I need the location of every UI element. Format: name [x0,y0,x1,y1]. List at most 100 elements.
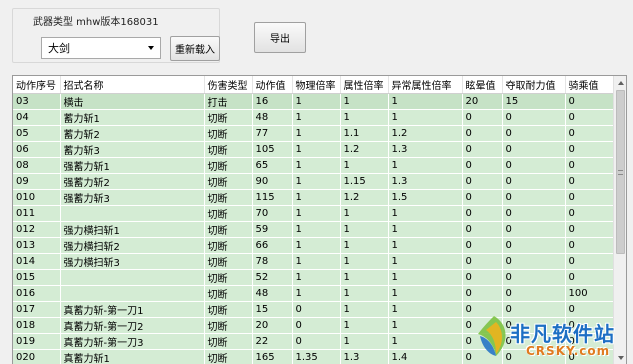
table-cell[interactable]: 012 [13,221,61,238]
reload-button[interactable]: 重新载入 [170,36,220,61]
table-cell[interactable]: 1 [388,221,463,238]
export-button[interactable]: 导出 [254,22,306,53]
table-cell[interactable]: 切断 [204,285,253,302]
table-cell[interactable]: 强蓄力斩1 [60,157,205,174]
table-cell[interactable]: 78 [252,253,293,270]
table-row[interactable]: 05 蓄力斩2 切断 77 1 1.1 1.2 0 0 0 [13,125,615,142]
table-cell[interactable]: 1 [340,205,389,222]
table-cell[interactable]: 1.15 [340,173,389,190]
table-row[interactable]: 06 蓄力斩3 切断 105 1 1.2 1.3 0 0 0 [13,141,615,158]
table-cell[interactable]: 1 [292,253,341,270]
table-cell[interactable]: 1 [292,109,341,126]
table-cell[interactable]: 1 [388,285,463,302]
table-row[interactable]: 012 强力横扫斩1 切断 59 1 1 1 0 0 0 [13,221,615,238]
column-header[interactable]: 异常属性倍率 [388,76,463,94]
table-cell[interactable]: 0 [565,109,615,126]
table-cell[interactable]: 0 [502,189,566,206]
table-cell[interactable]: 48 [252,109,293,126]
table-cell[interactable]: 70 [252,205,293,222]
chevron-down-icon[interactable] [148,46,154,50]
table-cell[interactable]: 1 [292,157,341,174]
table-cell[interactable]: 1 [388,157,463,174]
table-cell[interactable]: 切断 [204,173,253,190]
table-cell[interactable]: 1 [340,285,389,302]
table-cell[interactable]: 1 [340,109,389,126]
table-row[interactable]: 03 横击 打击 16 1 1 1 20 15 0 [13,93,615,110]
table-cell[interactable]: 013 [13,237,61,254]
table-cell[interactable]: 1.5 [388,189,463,206]
table-cell[interactable]: 1 [292,93,341,110]
table-cell[interactable]: 1 [388,205,463,222]
table-cell[interactable]: 0 [462,269,503,286]
table-cell[interactable]: 0 [462,253,503,270]
table-cell[interactable]: 蓄力斩3 [60,141,205,158]
table-cell[interactable]: 1.3 [340,349,389,364]
table-cell[interactable]: 0 [565,221,615,238]
table-cell[interactable]: 真蓄力斩-第一刀3 [60,333,205,350]
weapon-type-select[interactable]: 大剑 [41,37,161,59]
column-header[interactable]: 骑乘值 [565,76,615,94]
table-row[interactable]: 04 蓄力斩1 切断 48 1 1 1 0 0 0 [13,109,615,126]
table-cell[interactable]: 蓄力斩2 [60,125,205,142]
table-cell[interactable]: 0 [462,189,503,206]
table-cell[interactable]: 真蓄力斩-第一刀2 [60,317,205,334]
table-cell[interactable]: 真蓄力斩-第一刀1 [60,301,205,318]
table-cell[interactable]: 1 [340,157,389,174]
table-cell[interactable]: 0 [462,237,503,254]
table-cell[interactable]: 切断 [204,221,253,238]
table-cell[interactable] [60,269,205,286]
table-row[interactable]: 013 强力横扫斩2 切断 66 1 1 1 0 0 0 [13,237,615,254]
table-cell[interactable]: 切断 [204,253,253,270]
table-cell[interactable]: 0 [565,269,615,286]
column-header[interactable]: 物理倍率 [292,76,341,94]
column-header[interactable]: 动作序号 [13,76,61,94]
table-cell[interactable]: 1 [292,125,341,142]
table-row[interactable]: 09 强蓄力斩2 切断 90 1 1.15 1.3 0 0 0 [13,173,615,190]
table-cell[interactable]: 切断 [204,109,253,126]
scroll-thumb[interactable] [616,90,625,254]
table-cell[interactable]: 04 [13,109,61,126]
table-cell[interactable]: 1.1 [340,125,389,142]
column-header[interactable]: 招式名称 [60,76,205,94]
table-cell[interactable]: 0 [565,93,615,110]
table-cell[interactable]: 77 [252,125,293,142]
scroll-up-button[interactable] [614,76,626,89]
table-cell[interactable]: 1 [340,333,389,350]
table-cell[interactable]: 015 [13,269,61,286]
table-cell[interactable] [60,205,205,222]
table-cell[interactable]: 0 [462,157,503,174]
column-header[interactable]: 夺取耐力值 [502,76,566,94]
table-cell[interactable]: 真蓄力斩1 [60,349,205,364]
table-cell[interactable]: 蓄力斩1 [60,109,205,126]
table-cell[interactable]: 1 [340,301,389,318]
table-cell[interactable]: 016 [13,285,61,302]
table-cell[interactable]: 1.3 [388,173,463,190]
table-cell[interactable]: 1 [340,221,389,238]
table-cell[interactable]: 09 [13,173,61,190]
table-cell[interactable]: 0 [502,269,566,286]
table-cell[interactable]: 019 [13,333,61,350]
table-cell[interactable]: 0 [502,125,566,142]
table-cell[interactable]: 强力横扫斩1 [60,221,205,238]
table-cell[interactable]: 切断 [204,349,253,364]
table-cell[interactable]: 018 [13,317,61,334]
table-cell[interactable]: 59 [252,221,293,238]
table-cell[interactable]: 0 [462,205,503,222]
table-cell[interactable]: 1 [340,317,389,334]
table-cell[interactable]: 52 [252,269,293,286]
table-cell[interactable]: 1.2 [388,125,463,142]
table-cell[interactable]: 05 [13,125,61,142]
table-cell[interactable]: 1 [292,173,341,190]
column-header[interactable]: 属性倍率 [340,76,389,94]
table-cell[interactable]: 010 [13,189,61,206]
table-cell[interactable]: 0 [462,173,503,190]
table-cell[interactable]: 0 [565,253,615,270]
table-cell[interactable]: 0 [462,285,503,302]
table-cell[interactable]: 0 [502,109,566,126]
table-cell[interactable]: 强蓄力斩2 [60,173,205,190]
table-row[interactable]: 010 强蓄力斩3 切断 115 1 1.2 1.5 0 0 0 [13,189,615,206]
table-cell[interactable]: 强蓄力斩3 [60,189,205,206]
table-cell[interactable]: 06 [13,141,61,158]
table-cell[interactable]: 165 [252,349,293,364]
table-cell[interactable]: 切断 [204,125,253,142]
